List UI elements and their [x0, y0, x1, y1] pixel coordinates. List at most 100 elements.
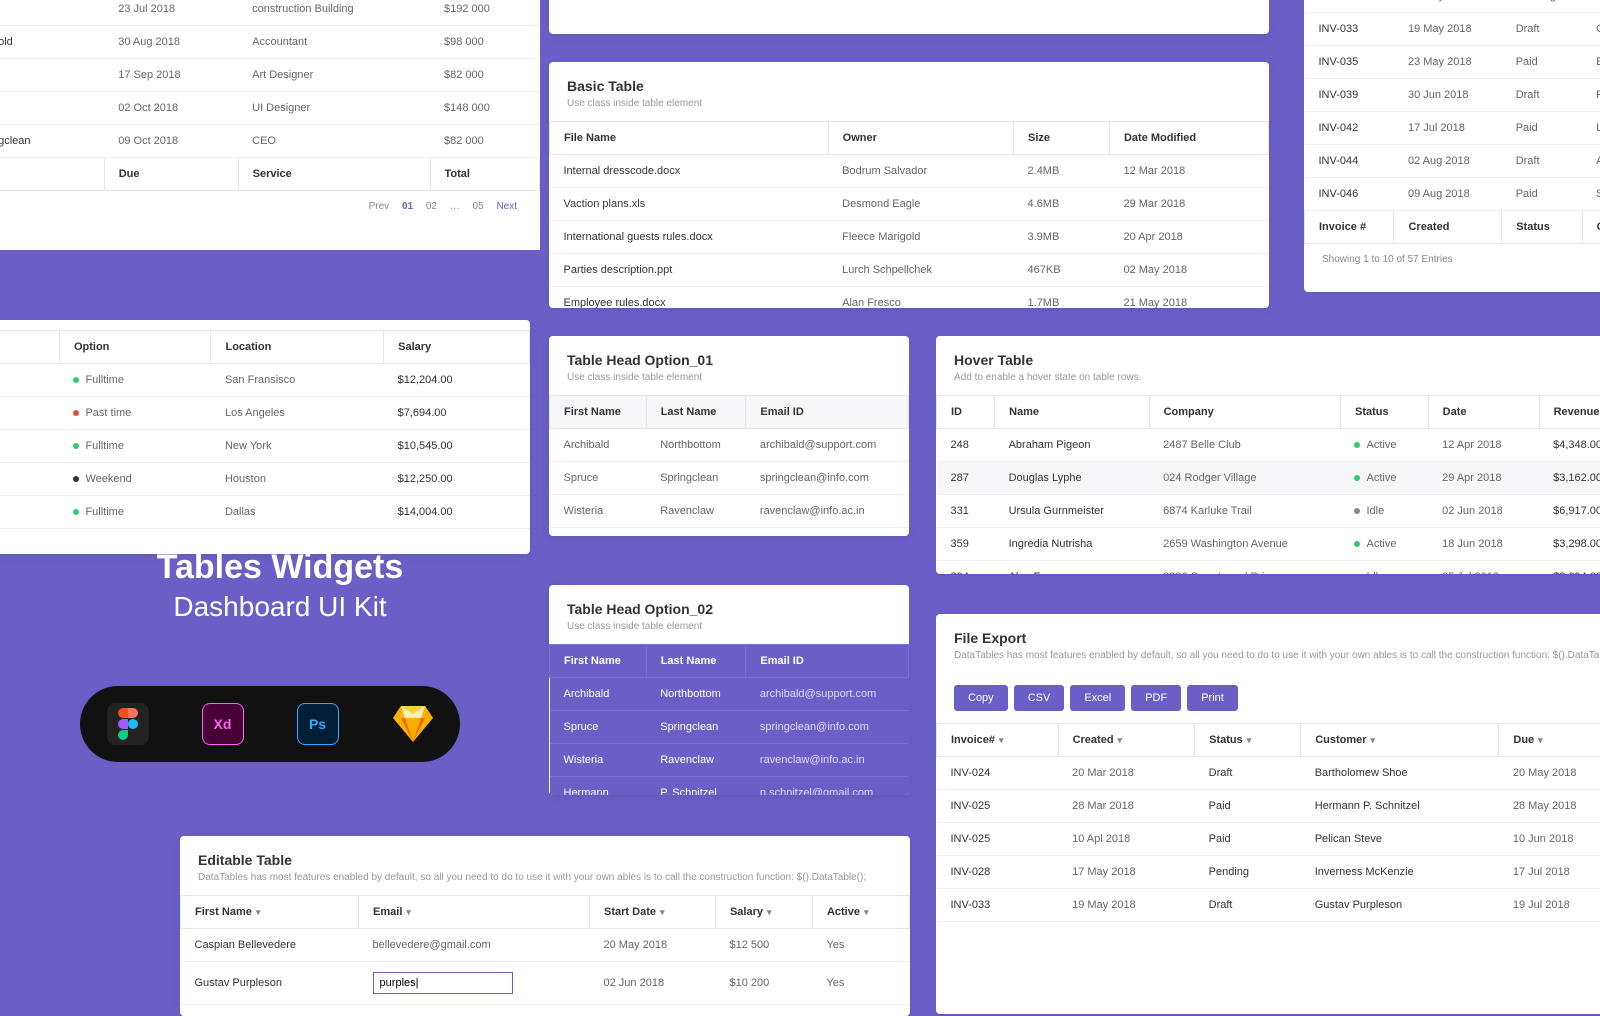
promo-title: Tables Widgets — [100, 548, 460, 587]
table-row[interactable]: 394Alan Fresco3996 Sweetwood DriveIdle05… — [937, 561, 1600, 575]
column-header[interactable]: ID — [937, 396, 995, 429]
table-row[interactable]: JacksGapFulltimeNew York$10,545.00 — [0, 430, 530, 463]
table-row[interactable]: 287Douglas Lyphe024 Rodger VillageActive… — [937, 462, 1600, 495]
column-header[interactable]: File Name — [550, 122, 829, 155]
column-header[interactable]: Email — [359, 896, 590, 929]
table-row[interactable]: INV-04609 Aug 2018PaidSp — [1305, 178, 1600, 211]
export-buttons: CopyCSVExcelPDFPrint — [936, 673, 1600, 723]
column-header[interactable]: Start Date — [590, 896, 716, 929]
table-row[interactable]: StylbendeFulltimeDallas$14,004.00 — [0, 496, 530, 529]
entries-bar: Showing 1 to 10 of 57 Entries Prev 01 02… — [549, 0, 1269, 34]
pagination[interactable]: Prev 01 02 … 05 Next — [364, 201, 522, 212]
invoices-partial: INV-02817 May 2018PendingInINV-03319 May… — [1304, 0, 1600, 292]
email-input[interactable] — [373, 972, 513, 994]
status-dot — [1354, 475, 1360, 481]
column-header[interactable]: Active — [812, 896, 909, 929]
column-header[interactable]: Last Name — [646, 645, 746, 678]
table-row[interactable]: Vaction plans.xlsDesmond Eagle4.6MB29 Ma… — [550, 188, 1269, 221]
status-dot — [1354, 541, 1360, 547]
column-header[interactable]: Invoice# — [937, 724, 1059, 757]
table-row[interactable]: INV-02528 Mar 2018PaidHermann P. Schnitz… — [937, 790, 1600, 823]
table-row[interactable]: DSMPast timeLos Angeles$7,694.00 — [0, 397, 530, 430]
column-header[interactable]: Owner — [828, 122, 1013, 155]
table-row[interactable]: INV-03930 Jun 2018DraftFl — [1305, 79, 1600, 112]
thead-option-2: Table Head Option_02 Use class inside ta… — [549, 585, 909, 795]
table-row[interactable]: Spruce Springclean09 Oct 2018CEO$82 000 — [0, 125, 540, 158]
table-row[interactable]: INV-02420 Mar 2018DraftBartholomew Shoe2… — [937, 757, 1600, 790]
column-header[interactable]: Status — [1195, 724, 1301, 757]
table-row[interactable]: 248Abraham Pigeon2487 Belle ClubActive12… — [937, 429, 1600, 462]
table-row[interactable]: 359Ingredia Nutrisha2659 Washington Aven… — [937, 528, 1600, 561]
column-header[interactable]: Name — [995, 396, 1150, 429]
table-row[interactable]: International guests rules.docxFleece Ma… — [550, 221, 1269, 254]
table-row[interactable]: Gustav Purpleson02 Jun 2018$10 200Yes — [181, 962, 910, 1005]
column-header[interactable]: Status — [1340, 396, 1428, 429]
employees-table: Gustav Purpleson19 Jul 2018UX Designer$1… — [0, 0, 540, 240]
basic-table: Basic Table Use class inside table eleme… — [549, 62, 1269, 308]
column-header[interactable]: Revenue — [1539, 396, 1600, 429]
column-header[interactable]: Option — [59, 331, 211, 364]
export-pdf-button[interactable]: PDF — [1131, 685, 1181, 711]
column-header[interactable]: Date Modified — [1109, 122, 1268, 155]
table-row[interactable]: INV-03523 May 2018PaidEl — [1305, 46, 1600, 79]
column-header[interactable]: Last Name — [646, 396, 746, 429]
export-excel-button[interactable]: Excel — [1070, 685, 1125, 711]
promo-subtitle: Dashboard UI Kit — [100, 591, 460, 623]
export-copy-button[interactable]: Copy — [954, 685, 1008, 711]
column-header[interactable]: Email ID — [746, 396, 909, 429]
status-dot — [73, 509, 79, 515]
column-header[interactable]: Size — [1014, 122, 1110, 155]
table-row[interactable]: INV-04402 Aug 2018DraftAl — [1305, 145, 1600, 178]
table-row[interactable]: HermannP. Schnitzelp.schnitzel@gmail.com — [550, 528, 909, 537]
column-header[interactable]: Salary — [715, 896, 812, 929]
table-row[interactable]: 331Ursula Gurnmeister6874 Karluke TrailI… — [937, 495, 1600, 528]
pagination-top[interactable]: Prev 01 02 … 05 Next — [1093, 0, 1251, 1]
column-header[interactable]: First Name — [550, 396, 647, 429]
column-header[interactable]: First Name — [181, 896, 359, 929]
editable-table: Editable Table DataTables has most featu… — [180, 836, 910, 1016]
table-row[interactable]: ArchibaldNorthbottomarchibald@support.co… — [550, 678, 909, 711]
status-dot — [73, 377, 79, 383]
table-row[interactable]: INV-02817 May 2018PendingInverness McKen… — [937, 856, 1600, 889]
table-row[interactable]: INV-03319 May 2018DraftGu — [1305, 13, 1600, 46]
table-row[interactable]: HermannP. Schnitzelp.schnitzel@gmail.com — [550, 777, 909, 796]
column-header[interactable]: Email ID — [746, 645, 909, 678]
table-row[interactable]: Parties description.pptLurch Schpellchek… — [550, 254, 1269, 287]
column-header[interactable]: Company — [1149, 396, 1340, 429]
column-header[interactable]: First Name — [550, 645, 647, 678]
column-header[interactable]: Created — [1058, 724, 1195, 757]
table-row[interactable]: Employee rules.docxAlan Fresco1.7MB21 Ma… — [550, 287, 1269, 309]
column-header[interactable]: Customer — [1301, 724, 1499, 757]
table-row[interactable]: RhapsodyWeekendHouston$12,250.00 — [0, 463, 530, 496]
sketch-icon — [392, 703, 434, 745]
entries-text: Showing 1 to 10 of 57 Entries — [567, 0, 698, 1]
ps-icon: Ps — [297, 703, 339, 745]
table-row[interactable]: WisteriaRavenclawravenclaw@info.ac.in — [550, 744, 909, 777]
export-csv-button[interactable]: CSV — [1014, 685, 1065, 711]
column-header[interactable]: Date — [1428, 396, 1539, 429]
table-row[interactable]: Lance Bogrol17 Sep 2018Art Designer$82 0… — [0, 59, 540, 92]
table-row[interactable]: CybneticsFulltimeSan Fransisco$12,204.00 — [0, 364, 530, 397]
table-row[interactable]: INV-02510 Apl 2018PaidPelican Steve10 Ju… — [937, 823, 1600, 856]
table-row[interactable]: Internal dresscode.docxBodrum Salvador2.… — [550, 155, 1269, 188]
export-print-button[interactable]: Print — [1187, 685, 1238, 711]
table-row[interactable]: INV-03319 May 2018DraftGustav Purpleson1… — [937, 889, 1600, 922]
table-row[interactable]: INV-04217 Jul 2018PaidLa — [1305, 112, 1600, 145]
table-row[interactable]: Eleanor Fant23 Jul 2018construction Buil… — [0, 0, 540, 26]
basic-sub: Use class inside table element — [549, 98, 1269, 121]
column-header[interactable]: Salary — [384, 331, 530, 364]
table-row[interactable]: WisteriaRavenclawravenclaw@info.ac.in — [550, 495, 909, 528]
column-header[interactable]: Company — [0, 331, 59, 364]
table-row[interactable]: Alan Fresco02 Oct 2018UI Designer$148 00… — [0, 92, 540, 125]
table-row[interactable]: INV-02817 May 2018PendingIn — [1305, 0, 1600, 13]
column-header[interactable]: Location — [211, 331, 384, 364]
xd-icon: Xd — [202, 703, 244, 745]
companies-table: CompanyOptionLocationSalaryCybneticsFull… — [0, 320, 530, 554]
table-row[interactable]: Caspian Bellevederebellevedere@gmail.com… — [181, 929, 910, 962]
table-row[interactable]: SpruceSpringcleanspringclean@info.com — [550, 711, 909, 744]
table-row[interactable]: SpruceSpringcleanspringclean@info.com — [550, 462, 909, 495]
table-row[interactable]: Fleece Marigold30 Aug 2018Accountant$98 … — [0, 26, 540, 59]
table-row[interactable]: ArchibaldNorthbottomarchibald@support.co… — [550, 429, 909, 462]
status-dot — [73, 476, 79, 482]
column-header[interactable]: Due — [1499, 724, 1600, 757]
